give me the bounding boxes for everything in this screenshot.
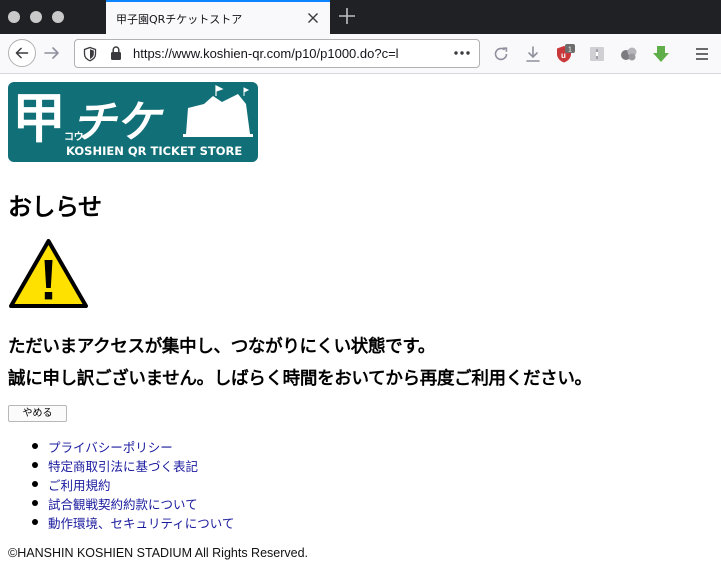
- extension-book-icon[interactable]: [587, 44, 607, 64]
- back-arrow-icon[interactable]: [8, 39, 36, 67]
- tab-title: 甲子園QRチケットストア: [116, 13, 243, 26]
- extension-bubbles-icon[interactable]: [619, 44, 639, 64]
- koshien-qr-ticket-store-logo[interactable]: 甲 チケ コウ KOSHIEN QR TICKET STORE: [8, 82, 258, 162]
- busy-message-line1: ただいまアクセスが集中し、つながりにくい状態です。: [8, 337, 436, 357]
- download-icon[interactable]: [523, 44, 543, 64]
- window-minimize-button[interactable]: [30, 11, 42, 23]
- new-tab-plus-icon[interactable]: [336, 5, 358, 27]
- link-commercial-transactions-act[interactable]: 特定商取引法に基づく表記: [31, 456, 234, 475]
- logo-kana: チケ: [72, 97, 164, 148]
- warning-triangle-icon: [9, 239, 88, 308]
- lock-icon[interactable]: [109, 45, 123, 61]
- window-titlebar: 甲子園QRチケットストア: [0, 0, 721, 34]
- copyright-footer: ©HANSHIN KOSHIEN STADIUM All Rights Rese…: [8, 546, 309, 560]
- quit-button[interactable]: やめる: [8, 405, 67, 422]
- link-spectator-contract[interactable]: 試合観戦契約約款について: [31, 494, 234, 513]
- reload-icon[interactable]: [491, 44, 511, 64]
- browser-tab-active[interactable]: 甲子園QRチケットストア: [106, 0, 330, 34]
- footer-links-list: プライバシーポリシー 特定商取引法に基づく表記 ご利用規約 試合観戦契約約款につ…: [31, 437, 234, 532]
- page-content: 甲 チケ コウ KOSHIEN QR TICKET STORE おしらせ ただい…: [0, 75, 721, 577]
- address-bar[interactable]: https://www.koshien-qr.com/p10/p1000.do?…: [74, 39, 480, 68]
- logo-ruby: コウ: [64, 131, 84, 143]
- ublock-badge: 1: [568, 47, 572, 54]
- navigation-toolbar: https://www.koshien-qr.com/p10/p1000.do?…: [0, 34, 721, 74]
- green-download-arrow-icon[interactable]: [651, 44, 671, 64]
- forward-arrow-icon[interactable]: [40, 41, 64, 65]
- ublock-origin-icon[interactable]: u 1: [555, 44, 575, 64]
- link-terms-of-use[interactable]: ご利用規約: [31, 475, 234, 494]
- busy-message-line2: 誠に申し訳ございません。しばらく時間をおいてから再度ご利用ください。: [8, 369, 592, 389]
- window-close-button[interactable]: [8, 11, 20, 23]
- url-text[interactable]: https://www.koshien-qr.com/p10/p1000.do?…: [133, 46, 453, 61]
- tracking-protection-shield-icon[interactable]: [83, 46, 97, 62]
- link-privacy-policy[interactable]: プライバシーポリシー: [31, 437, 234, 456]
- logo-subtitle: KOSHIEN QR TICKET STORE: [66, 144, 242, 158]
- tab-close-icon[interactable]: [304, 9, 322, 27]
- window-maximize-button[interactable]: [52, 11, 64, 23]
- hamburger-menu-icon[interactable]: [692, 44, 712, 64]
- page-title: おしらせ: [8, 193, 102, 221]
- page-actions-more-icon[interactable]: [451, 44, 473, 62]
- svg-text:u: u: [561, 51, 566, 60]
- link-environment-security[interactable]: 動作環境、セキュリティについて: [31, 513, 234, 532]
- logo-kanji: 甲: [12, 87, 66, 150]
